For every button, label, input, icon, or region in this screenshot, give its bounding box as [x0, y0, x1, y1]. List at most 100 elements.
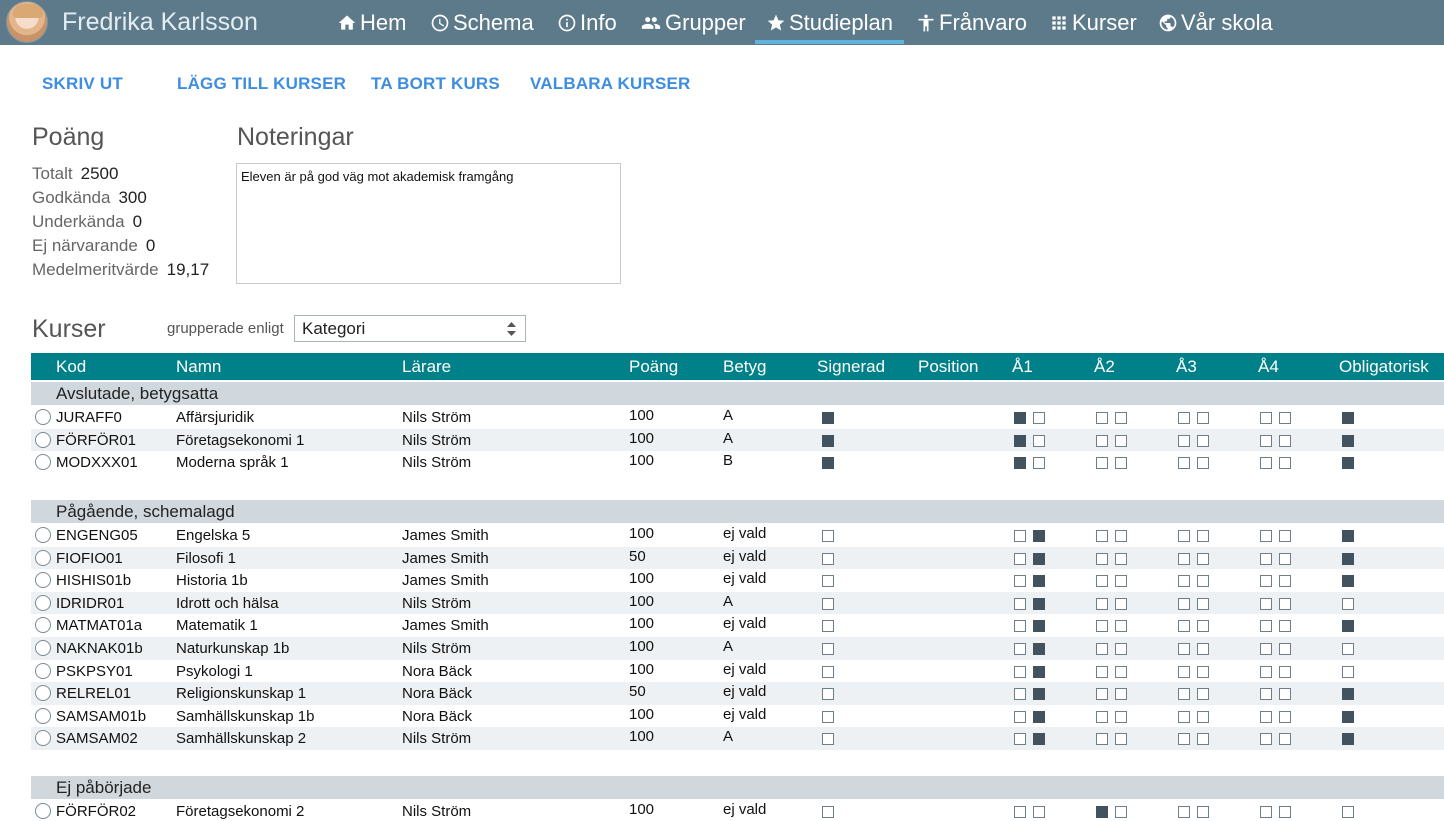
column-header-position[interactable]: Position [918, 357, 978, 377]
year-1-term-2-checkbox[interactable] [1033, 733, 1045, 746]
year-4-term-2-checkbox[interactable] [1279, 688, 1291, 701]
year-1-term-1-checkbox[interactable] [1014, 575, 1026, 588]
year-4-term-1-checkbox[interactable] [1260, 434, 1272, 447]
row-select-radio[interactable] [35, 685, 51, 702]
table-row[interactable]: MODXXX01 Moderna språk 1 Nils Ström 100 B [31, 451, 1444, 475]
mandatory-checkbox[interactable] [1342, 620, 1354, 633]
year-2-term-2-checkbox[interactable] [1115, 575, 1127, 588]
year-1-term-1-checkbox[interactable] [1014, 457, 1026, 470]
year-2-term-1-checkbox[interactable] [1096, 733, 1108, 746]
signed-checkbox[interactable] [822, 597, 834, 610]
elective-courses-link[interactable]: VALBARA KURSER [530, 74, 691, 94]
year-2-term-2-checkbox[interactable] [1115, 597, 1127, 610]
mandatory-checkbox[interactable] [1342, 733, 1354, 746]
year-2-term-2-checkbox[interactable] [1115, 688, 1127, 701]
year-2-term-2-checkbox[interactable] [1115, 733, 1127, 746]
year-2-term-2-checkbox[interactable] [1115, 620, 1127, 633]
year-2-term-1-checkbox[interactable] [1096, 620, 1108, 633]
column-header-code[interactable]: Kod [56, 357, 86, 377]
year-3-term-1-checkbox[interactable] [1178, 434, 1190, 447]
column-header-mandatory[interactable]: Obligatorisk [1339, 357, 1429, 377]
avatar[interactable] [6, 1, 48, 43]
year-3-term-1-checkbox[interactable] [1178, 575, 1190, 588]
year-4-term-1-checkbox[interactable] [1260, 688, 1272, 701]
year-3-term-1-checkbox[interactable] [1178, 552, 1190, 565]
year-2-term-1-checkbox[interactable] [1096, 457, 1108, 470]
column-header-teacher[interactable]: Lärare [402, 357, 451, 377]
year-1-term-1-checkbox[interactable] [1014, 412, 1026, 424]
nav-item-kurser[interactable]: Kurser [1049, 0, 1137, 45]
column-header-year-3[interactable]: Å3 [1176, 357, 1197, 377]
year-2-term-2-checkbox[interactable] [1115, 643, 1127, 655]
year-3-term-1-checkbox[interactable] [1178, 733, 1190, 746]
year-2-term-2-checkbox[interactable] [1115, 806, 1127, 818]
year-4-term-2-checkbox[interactable] [1279, 597, 1291, 610]
year-2-term-1-checkbox[interactable] [1096, 530, 1108, 542]
table-row[interactable]: PSKPSY01 Psykologi 1 Nora Bäck 100 ej vald [31, 659, 1444, 683]
year-4-term-1-checkbox[interactable] [1260, 710, 1272, 723]
year-1-term-1-checkbox[interactable] [1014, 434, 1026, 447]
mandatory-checkbox[interactable] [1342, 688, 1354, 701]
table-row[interactable]: JURAFF0 Affärsjuridik Nils Ström 100 A [31, 406, 1444, 429]
row-select-radio[interactable] [35, 572, 51, 589]
table-row[interactable]: MATMAT01a Matematik 1 James Smith 100 ej val… [31, 614, 1444, 638]
year-2-term-2-checkbox[interactable] [1115, 434, 1127, 447]
signed-checkbox[interactable] [822, 620, 834, 633]
year-3-term-2-checkbox[interactable] [1197, 733, 1209, 746]
mandatory-checkbox[interactable] [1342, 597, 1354, 610]
year-2-term-1-checkbox[interactable] [1096, 643, 1108, 655]
year-4-term-2-checkbox[interactable] [1279, 457, 1291, 470]
year-4-term-1-checkbox[interactable] [1260, 597, 1272, 610]
add-courses-link[interactable]: LÄGG TILL KURSER [177, 74, 346, 94]
year-3-term-1-checkbox[interactable] [1178, 688, 1190, 701]
year-4-term-2-checkbox[interactable] [1279, 530, 1291, 542]
table-row[interactable]: IDRIDR01 Idrott och hälsa Nils Ström 100 A [31, 591, 1444, 615]
table-row[interactable]: HISHIS01b Historia 1b James Smith 100 ej val… [31, 569, 1444, 593]
year-1-term-2-checkbox[interactable] [1033, 597, 1045, 610]
year-3-term-2-checkbox[interactable] [1197, 575, 1209, 588]
year-1-term-2-checkbox[interactable] [1033, 688, 1045, 701]
row-select-radio[interactable] [35, 803, 51, 819]
year-3-term-1-checkbox[interactable] [1178, 665, 1190, 678]
year-4-term-2-checkbox[interactable] [1279, 434, 1291, 447]
year-4-term-1-checkbox[interactable] [1260, 552, 1272, 565]
signed-checkbox[interactable] [822, 412, 834, 424]
year-2-term-2-checkbox[interactable] [1115, 530, 1127, 542]
year-4-term-2-checkbox[interactable] [1279, 620, 1291, 633]
column-header-name[interactable]: Namn [176, 357, 221, 377]
year-2-term-1-checkbox[interactable] [1096, 552, 1108, 565]
column-header-year-2[interactable]: Å2 [1094, 357, 1115, 377]
year-4-term-2-checkbox[interactable] [1279, 806, 1291, 818]
year-1-term-1-checkbox[interactable] [1014, 530, 1026, 542]
nav-item-franvaro[interactable]: Frånvaro [916, 0, 1027, 45]
year-2-term-2-checkbox[interactable] [1115, 710, 1127, 723]
year-4-term-2-checkbox[interactable] [1279, 412, 1291, 424]
table-row[interactable]: ENGENG05 Engelska 5 James Smith 100 ej vald [31, 524, 1444, 547]
year-3-term-2-checkbox[interactable] [1197, 530, 1209, 542]
year-1-term-1-checkbox[interactable] [1014, 665, 1026, 678]
year-2-term-1-checkbox[interactable] [1096, 806, 1108, 818]
signed-checkbox[interactable] [822, 552, 834, 565]
year-3-term-1-checkbox[interactable] [1178, 457, 1190, 470]
year-2-term-2-checkbox[interactable] [1115, 665, 1127, 678]
row-select-radio[interactable] [35, 431, 51, 448]
year-2-term-2-checkbox[interactable] [1115, 552, 1127, 565]
year-2-term-1-checkbox[interactable] [1096, 434, 1108, 447]
year-1-term-2-checkbox[interactable] [1033, 710, 1045, 723]
year-1-term-2-checkbox[interactable] [1033, 620, 1045, 633]
column-header-signed[interactable]: Signerad [817, 357, 885, 377]
mandatory-checkbox[interactable] [1342, 806, 1354, 818]
group-by-select[interactable]: Kategori [294, 315, 526, 342]
signed-checkbox[interactable] [822, 688, 834, 701]
signed-checkbox[interactable] [822, 806, 834, 818]
row-select-radio[interactable] [35, 640, 51, 656]
row-select-radio[interactable] [35, 730, 51, 747]
signed-checkbox[interactable] [822, 575, 834, 588]
nav-item-schema[interactable]: Schema [430, 0, 534, 45]
table-row[interactable]: FÖRFÖR02 Företagsekonomi 2 Nils Ström 100 ej… [31, 800, 1444, 821]
mandatory-checkbox[interactable] [1342, 412, 1354, 424]
nav-item-hem[interactable]: Hem [337, 0, 406, 45]
year-3-term-1-checkbox[interactable] [1178, 530, 1190, 542]
year-3-term-1-checkbox[interactable] [1178, 643, 1190, 655]
year-4-term-2-checkbox[interactable] [1279, 665, 1291, 678]
